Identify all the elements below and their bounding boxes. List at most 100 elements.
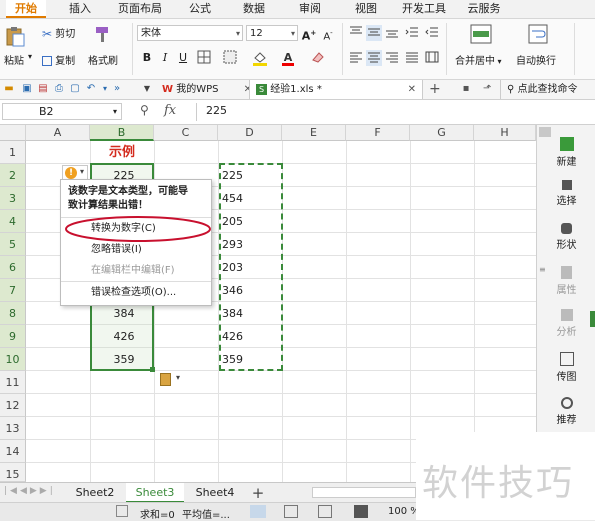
paste-options-button[interactable]: ▾ — [160, 373, 186, 387]
formula-input[interactable]: 225 — [206, 104, 227, 117]
row-header-3[interactable]: 3 — [0, 187, 26, 210]
share-icon[interactable]: ⬏ — [480, 82, 494, 96]
outdent-icon[interactable] — [424, 25, 440, 41]
row-header-5[interactable]: 5 — [0, 233, 26, 256]
panel-select-button[interactable]: 选择 — [537, 180, 595, 207]
column-header-b[interactable]: B — [90, 125, 154, 141]
edit-in-formula-bar-item[interactable]: 在编辑栏中编辑(F) — [61, 261, 211, 281]
font-name-combo[interactable]: 宋体 ▾ — [137, 25, 243, 41]
wrap-text-icon[interactable] — [528, 24, 548, 47]
justify-icon[interactable] — [404, 50, 420, 66]
zoom-level[interactable]: 100 % — [388, 506, 420, 517]
merge-center-icon[interactable] — [470, 24, 492, 47]
tab-my-wps[interactable]: W 我的WPS ✕ — [156, 80, 258, 99]
row-header-2[interactable]: 2 — [0, 164, 26, 187]
fill-style-icon[interactable] — [222, 50, 238, 66]
wrap-text-button[interactable]: 自动换行 — [516, 52, 556, 67]
page-break-view-icon[interactable] — [318, 505, 332, 518]
align-top-icon[interactable] — [348, 25, 364, 41]
format-painter-button[interactable]: 格式刷 — [88, 52, 118, 67]
tab-developer[interactable]: 开发工具 — [398, 0, 450, 18]
normal-view-icon[interactable] — [250, 505, 266, 518]
reading-mode-icon[interactable] — [354, 505, 368, 518]
zoom-formula-icon[interactable]: ⚲ — [140, 103, 149, 117]
select-all-corner[interactable] — [0, 125, 26, 141]
bold-button[interactable]: B — [139, 50, 155, 66]
row-header-6[interactable]: 6 — [0, 256, 26, 279]
underline-button[interactable]: U — [175, 50, 191, 66]
status-doc-icon[interactable] — [116, 505, 128, 517]
shrink-font-button[interactable]: A- — [320, 25, 336, 42]
sheet-tab-sheet2[interactable]: Sheet2 — [66, 483, 124, 503]
tab-page-layout[interactable]: 页面布局 — [114, 0, 166, 18]
cell-d6[interactable]: 203 — [222, 256, 280, 279]
folder-icon[interactable]: ▬ — [2, 82, 16, 96]
cell-b9[interactable]: 426 — [96, 325, 152, 348]
cell-d4[interactable]: 205 — [222, 210, 280, 233]
row-header-15[interactable]: 15 — [0, 463, 26, 482]
font-size-combo[interactable]: 12 ▾ — [246, 25, 298, 41]
export-pdf-icon[interactable]: ▤ — [36, 82, 50, 96]
clear-format-icon[interactable] — [310, 50, 326, 66]
close-icon[interactable]: ✕ — [408, 80, 416, 99]
tab-insert[interactable]: 插入 — [60, 0, 100, 18]
sheet-tab-sheet3[interactable]: Sheet3 — [126, 483, 184, 503]
cell-b10[interactable]: 359 — [96, 348, 152, 371]
align-right-icon[interactable] — [384, 50, 400, 66]
sheet-tab-sheet4[interactable]: Sheet4 — [186, 483, 244, 503]
redo-icon[interactable]: » — [110, 82, 124, 96]
page-layout-view-icon[interactable] — [284, 505, 298, 518]
merge-center-button[interactable]: 合并居中 ▾ — [455, 52, 502, 67]
row-header-8[interactable]: 8 — [0, 302, 26, 325]
panel-shape-button[interactable]: 形状 — [537, 223, 595, 251]
font-color-icon[interactable]: A — [280, 50, 296, 66]
chevron-down-icon[interactable]: ▼ — [140, 82, 154, 96]
cell-d9[interactable]: 426 — [222, 325, 280, 348]
row-header-7[interactable]: 7 — [0, 279, 26, 302]
column-header-f[interactable]: F — [346, 125, 410, 141]
column-header-c[interactable]: C — [154, 125, 218, 141]
row-header-14[interactable]: 14 — [0, 440, 26, 463]
column-header-a[interactable]: A — [26, 125, 90, 141]
tab-cloud[interactable]: 云服务 — [462, 0, 506, 18]
sheet-nav-arrows[interactable]: |◀◀▶▶| — [4, 486, 56, 496]
panel-new-button[interactable]: 新建 — [537, 137, 595, 168]
grow-font-button[interactable]: A+ — [301, 25, 317, 43]
cell-d7[interactable]: 346 — [222, 279, 280, 302]
panel-recommend-button[interactable]: 推荐 — [537, 397, 595, 426]
italic-button[interactable]: I — [157, 50, 173, 66]
cell-b1-title[interactable]: 示例 — [90, 141, 154, 164]
column-header-d[interactable]: D — [218, 125, 282, 141]
undo-icon[interactable]: ↶ — [84, 82, 98, 96]
align-center-icon[interactable] — [366, 50, 382, 66]
new-tab-button[interactable]: + — [423, 80, 443, 99]
row-header-1[interactable]: 1 — [0, 141, 26, 164]
align-bottom-icon[interactable] — [384, 25, 400, 41]
panel-analysis-button[interactable]: 分析 — [537, 309, 595, 338]
cell-d3[interactable]: 454 — [222, 187, 280, 210]
cell-d10[interactable]: 359 — [222, 348, 280, 371]
row-header-12[interactable]: 12 — [0, 394, 26, 417]
pin-icon[interactable]: ▪ — [459, 82, 473, 96]
borders-icon[interactable] — [196, 50, 212, 66]
tab-home[interactable]: 开始 — [6, 0, 46, 18]
cut-button[interactable]: ✂ 剪切 — [42, 25, 75, 41]
column-header-g[interactable]: G — [410, 125, 474, 141]
tab-review[interactable]: 审阅 — [290, 0, 330, 18]
align-middle-icon[interactable] — [366, 25, 382, 41]
row-header-10[interactable]: 10 — [0, 348, 26, 371]
print-icon[interactable]: ⎙ — [52, 82, 66, 96]
fx-button[interactable]: fx — [164, 103, 176, 118]
copy-button[interactable]: 复制 — [42, 52, 75, 67]
search-command-box[interactable]: ⚲ 点此查找命令 — [500, 80, 595, 99]
paste-button[interactable] — [4, 25, 26, 47]
save-icon[interactable]: ▣ — [20, 82, 34, 96]
cell-d5[interactable]: 293 — [222, 233, 280, 256]
column-header-e[interactable]: E — [282, 125, 346, 141]
panel-properties-button[interactable]: 属性 — [537, 266, 595, 296]
cell-d2[interactable]: 225 — [222, 164, 280, 187]
format-painter-icon[interactable] — [92, 25, 112, 43]
distributed-align-icon[interactable] — [424, 50, 440, 66]
column-header-h[interactable]: H — [474, 125, 536, 141]
name-box[interactable]: B2 ▾ — [2, 103, 122, 120]
